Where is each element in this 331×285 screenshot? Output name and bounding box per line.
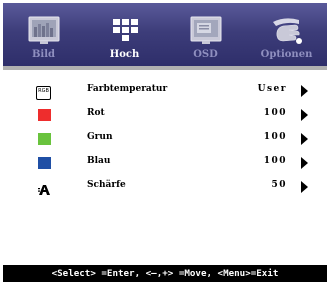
tab-label: OSD — [193, 49, 218, 60]
hand-pointer-icon — [271, 14, 303, 46]
arrow-right-icon[interactable] — [301, 85, 308, 97]
tab-optionen[interactable]: Optionen — [246, 3, 327, 66]
menu-item-label: Schärfe — [87, 180, 126, 190]
tab-bar: Bild Hoch OSD Optionen — [3, 3, 327, 66]
tab-osd[interactable]: OSD — [165, 3, 246, 66]
menu-item-label: Farbtemperatur — [87, 84, 168, 94]
tab-label: Optionen — [260, 49, 313, 60]
osd-window-icon — [190, 14, 222, 46]
sharpness-icon — [38, 181, 51, 195]
tab-label: Hoch — [109, 49, 140, 60]
menu-item-rot[interactable]: Rot 100 — [3, 104, 327, 126]
menu-item-farbtemperatur[interactable]: RGB Farbtemperatur User — [3, 80, 327, 102]
menu-item-schaerfe[interactable]: Schärfe 50 — [3, 176, 327, 198]
menu-item-value: User — [257, 84, 287, 94]
osd-menu: Bild Hoch OSD Optionen RGB Farbtemperatu… — [3, 3, 327, 282]
tab-bild[interactable]: Bild — [3, 3, 84, 66]
picture-icon — [28, 14, 60, 46]
tab-label: Bild — [31, 49, 56, 60]
menu-item-blau[interactable]: Blau 100 — [3, 152, 327, 174]
menu-item-value: 100 — [263, 132, 287, 142]
advanced-grid-icon — [109, 14, 141, 46]
menu-item-grun[interactable]: Grun 100 — [3, 128, 327, 150]
arrow-right-icon[interactable] — [301, 109, 308, 121]
green-swatch-icon — [38, 133, 51, 145]
divider — [3, 66, 327, 70]
menu-item-value: 100 — [263, 108, 287, 118]
tab-hoch[interactable]: Hoch — [84, 3, 165, 66]
rgb-icon: RGB — [36, 86, 51, 100]
menu-item-value: 100 — [263, 156, 287, 166]
arrow-right-icon[interactable] — [301, 181, 308, 193]
blue-swatch-icon — [38, 157, 51, 169]
menu-item-label: Rot — [87, 108, 105, 118]
menu-item-label: Blau — [87, 156, 111, 166]
menu-item-value: 50 — [271, 180, 287, 190]
arrow-right-icon[interactable] — [301, 157, 308, 169]
menu-item-label: Grun — [87, 132, 113, 142]
red-swatch-icon — [38, 109, 51, 121]
arrow-right-icon[interactable] — [301, 133, 308, 145]
key-hint-bar: <Select> =Enter, <–,+> =Move, <Menu>=Exi… — [3, 265, 327, 282]
